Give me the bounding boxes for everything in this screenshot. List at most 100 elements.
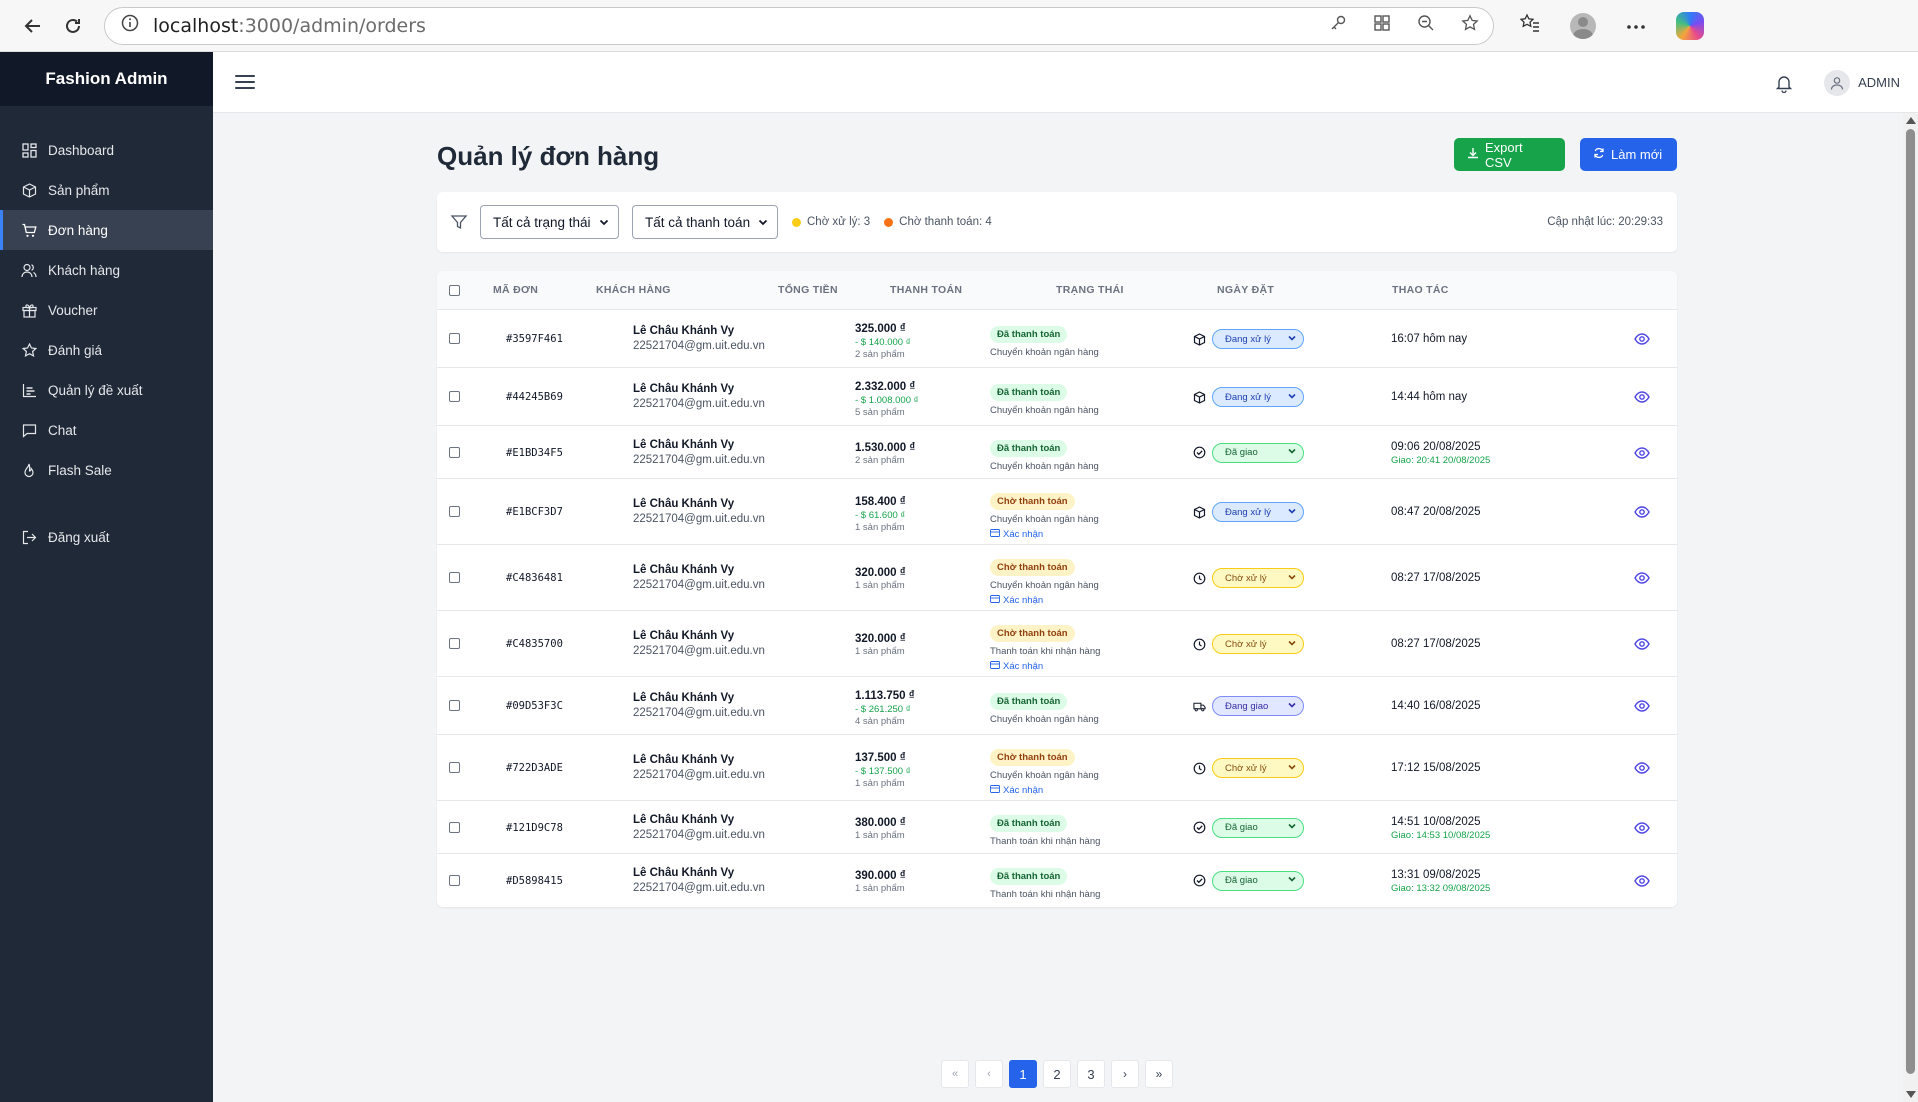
table-row[interactable]: #121D9C78 Lê Châu Khánh Vy 22521704@gm.u… — [437, 801, 1677, 854]
first-page-button[interactable]: « — [941, 1060, 969, 1088]
status-select[interactable]: Chờ xử lý — [1212, 568, 1304, 588]
row-checkbox[interactable] — [449, 638, 460, 649]
scroll-down-arrow-icon[interactable] — [1906, 1091, 1916, 1098]
view-eye-icon[interactable] — [1634, 570, 1650, 586]
view-eye-icon[interactable] — [1634, 760, 1650, 776]
order-code[interactable]: #722D3ADE — [506, 762, 563, 774]
confirm-payment-link[interactable]: Xác nhận — [990, 529, 1099, 540]
admin-name[interactable]: ADMIN — [1858, 75, 1900, 90]
page-2-button[interactable]: 2 — [1043, 1060, 1071, 1088]
scroll-thumb[interactable] — [1906, 129, 1915, 1074]
favorite-star-icon[interactable] — [1461, 14, 1479, 37]
export-csv-button[interactable]: Export CSV — [1454, 138, 1565, 171]
view-eye-icon[interactable] — [1634, 698, 1650, 714]
info-icon[interactable] — [121, 14, 139, 37]
sidebar-item-voucher[interactable]: Voucher — [0, 290, 213, 330]
address-bar[interactable]: localhost:3000/admin/orders — [104, 6, 1494, 45]
sidebar-item-logout[interactable]: Đăng xuất — [0, 517, 213, 557]
order-code[interactable]: #E1BD34F5 — [506, 447, 563, 459]
row-checkbox[interactable] — [449, 572, 460, 583]
row-checkbox[interactable] — [449, 821, 460, 833]
page-3-button[interactable]: 3 — [1077, 1060, 1105, 1088]
total-cell: 1.530.000 ₫ 2 sản phẩm — [855, 442, 915, 466]
sidebar-item-products[interactable]: Sản phẩm — [0, 170, 213, 210]
scroll-up-arrow-icon[interactable] — [1906, 117, 1916, 124]
status-select[interactable]: Đang xử lý — [1212, 329, 1304, 349]
sidebar-item-orders[interactable]: Đơn hàng — [0, 210, 213, 250]
page-1-button[interactable]: 1 — [1009, 1060, 1037, 1088]
prev-page-button[interactable]: ‹ — [975, 1060, 1003, 1088]
table-row[interactable]: #3597F461 Lê Châu Khánh Vy 22521704@gm.u… — [437, 310, 1677, 368]
view-eye-icon[interactable] — [1634, 331, 1650, 347]
notification-bell-icon[interactable] — [1774, 73, 1794, 93]
favorites-list-icon[interactable] — [1519, 13, 1540, 38]
status-select[interactable]: Đã giao — [1212, 870, 1304, 891]
table-row[interactable]: #44245B69 Lê Châu Khánh Vy 22521704@gm.u… — [437, 368, 1677, 426]
sidebar-item-recommendations[interactable]: Quản lý đề xuất — [0, 370, 213, 410]
confirm-payment-link[interactable]: Xác nhận — [990, 661, 1100, 672]
status-cell: Đã giao — [1193, 870, 1304, 891]
view-eye-icon[interactable] — [1634, 389, 1650, 405]
menu-toggle-icon[interactable] — [235, 72, 255, 92]
view-eye-icon[interactable] — [1634, 504, 1650, 520]
more-options-icon[interactable] — [1626, 17, 1646, 35]
select-all-checkbox[interactable] — [449, 285, 460, 296]
view-eye-icon[interactable] — [1634, 445, 1650, 461]
refresh-button[interactable]: Làm mới — [1580, 138, 1677, 171]
copilot-icon[interactable] — [1676, 11, 1704, 40]
status-select[interactable]: Chờ xử lý — [1212, 634, 1304, 654]
order-quantity: 2 sản phẩm — [855, 454, 905, 466]
status-select[interactable]: Đã giao — [1212, 442, 1304, 463]
row-checkbox[interactable] — [449, 391, 460, 402]
table-row[interactable]: #722D3ADE Lê Châu Khánh Vy 22521704@gm.u… — [437, 735, 1677, 801]
brand-logo[interactable]: Fashion Admin — [0, 52, 213, 106]
status-select[interactable]: Đang xử lý — [1212, 502, 1304, 522]
page-scrollbar[interactable] — [1903, 113, 1918, 1102]
next-page-button[interactable]: › — [1111, 1060, 1139, 1088]
order-code[interactable]: #121D9C78 — [506, 822, 563, 834]
table-row[interactable]: #C4836481 Lê Châu Khánh Vy 22521704@gm.u… — [437, 545, 1677, 611]
payment-filter-select[interactable]: Tất cả thanh toán — [632, 205, 778, 239]
sidebar-item-flash-sale[interactable]: Flash Sale — [0, 450, 213, 490]
order-code[interactable]: #D5898415 — [506, 875, 563, 887]
profile-icon[interactable] — [1570, 12, 1596, 39]
order-code[interactable]: #C4835700 — [506, 638, 563, 650]
row-checkbox[interactable] — [449, 874, 460, 886]
sidebar-item-reviews[interactable]: Đánh giá — [0, 330, 213, 370]
admin-avatar[interactable] — [1824, 69, 1851, 96]
confirm-payment-link[interactable]: Xác nhận — [990, 785, 1099, 796]
table-row[interactable]: #D5898415 Lê Châu Khánh Vy 22521704@gm.u… — [437, 854, 1677, 907]
view-eye-icon[interactable] — [1634, 636, 1650, 652]
order-code[interactable]: #09D53F3C — [506, 700, 563, 712]
status-select[interactable]: Đang xử lý — [1212, 387, 1304, 407]
table-row[interactable]: #09D53F3C Lê Châu Khánh Vy 22521704@gm.u… — [437, 677, 1677, 735]
sidebar-item-dashboard[interactable]: Dashboard — [0, 130, 213, 170]
zoom-icon[interactable] — [1417, 14, 1435, 37]
sidebar-item-customers[interactable]: Khách hàng — [0, 250, 213, 290]
row-checkbox[interactable] — [449, 333, 460, 344]
back-icon[interactable] — [16, 9, 50, 43]
last-page-button[interactable]: » — [1145, 1060, 1173, 1088]
status-filter-select[interactable]: Tất cả trạng thái — [480, 205, 619, 239]
table-row[interactable]: #E1BCF3D7 Lê Châu Khánh Vy 22521704@gm.u… — [437, 479, 1677, 545]
status-select[interactable]: Đang giao — [1212, 696, 1304, 716]
sidebar-item-chat[interactable]: Chat — [0, 410, 213, 450]
order-code[interactable]: #3597F461 — [506, 333, 563, 345]
order-code[interactable]: #C4836481 — [506, 572, 563, 584]
table-row[interactable]: #E1BD34F5 Lê Châu Khánh Vy 22521704@gm.u… — [437, 426, 1677, 479]
view-eye-icon[interactable] — [1634, 873, 1650, 889]
order-code[interactable]: #E1BCF3D7 — [506, 506, 563, 518]
key-icon[interactable] — [1329, 14, 1347, 37]
reload-icon[interactable] — [56, 9, 90, 43]
row-checkbox[interactable] — [449, 762, 460, 773]
row-checkbox[interactable] — [449, 446, 460, 458]
confirm-payment-link[interactable]: Xác nhận — [990, 595, 1099, 606]
row-checkbox[interactable] — [449, 700, 460, 711]
table-row[interactable]: #C4835700 Lê Châu Khánh Vy 22521704@gm.u… — [437, 611, 1677, 677]
status-select[interactable]: Chờ xử lý — [1212, 758, 1304, 778]
order-code[interactable]: #44245B69 — [506, 391, 563, 403]
status-select[interactable]: Đã giao — [1212, 817, 1304, 838]
row-checkbox[interactable] — [449, 506, 460, 517]
view-eye-icon[interactable] — [1634, 820, 1650, 836]
apps-icon[interactable] — [1373, 14, 1391, 37]
